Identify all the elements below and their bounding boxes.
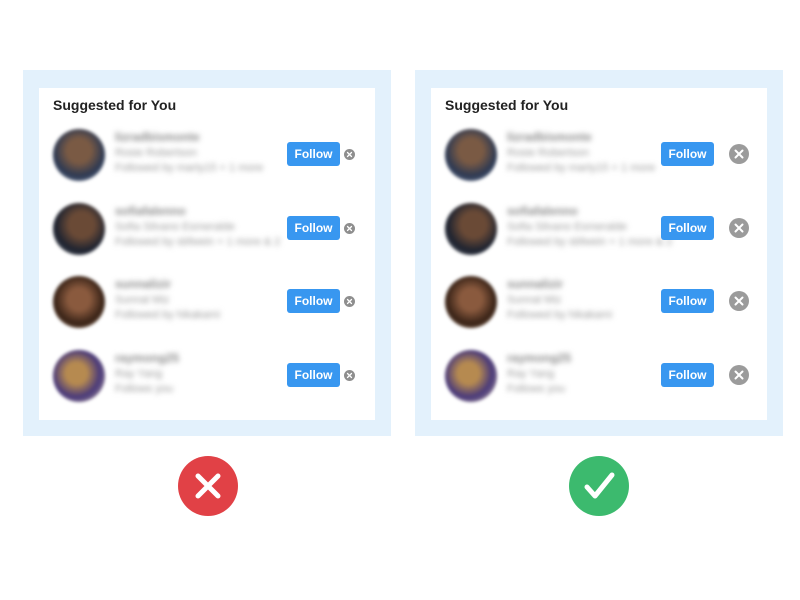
mutual-followers: Followed by marty15 + 1 more <box>115 162 264 174</box>
mutual-followers: Followed by hikakami <box>115 309 221 321</box>
suggested-username[interactable]: sofiafalenno <box>507 204 578 218</box>
dismiss-icon[interactable] <box>344 370 355 381</box>
avatar[interactable] <box>53 276 105 328</box>
avatar[interactable] <box>53 203 105 255</box>
avatar[interactable] <box>445 350 497 402</box>
dismiss-icon[interactable] <box>729 144 749 164</box>
suggestion-row: lizradbismonte Rosie Robertson Followed … <box>39 126 375 186</box>
mutual-followers: Followed by hikakami <box>507 309 613 321</box>
avatar[interactable] <box>53 350 105 402</box>
follow-button[interactable]: Follow <box>287 363 340 387</box>
avatar[interactable] <box>445 276 497 328</box>
dismiss-icon[interactable] <box>344 223 355 234</box>
card-title: Suggested for You <box>445 97 569 113</box>
mutual-followers: Followed by sbfwein + 1 more & 2 more <box>115 236 280 248</box>
suggested-username[interactable]: sunnalizir <box>115 277 171 291</box>
suggestion-row: sunnalizir Sunnal Miz Followed by hikaka… <box>431 273 767 333</box>
suggestion-row: sunnalizir Sunnal Miz Followed by hikaka… <box>39 273 375 333</box>
mutual-followers: Followed by marty15 + 1 more <box>507 162 656 174</box>
card-title: Suggested for You <box>53 97 177 113</box>
suggested-full-name: Ray Yang <box>115 368 163 380</box>
suggestion-row: sofiafalenno Sofia Silvano Esmeralde Fol… <box>39 200 375 260</box>
suggested-username[interactable]: lizradbismonte <box>507 130 592 144</box>
dismiss-icon[interactable] <box>729 291 749 311</box>
suggested-full-name: Sunnal Miz <box>115 294 170 306</box>
correct-example-panel: Suggested for You lizradbismonte Rosie R… <box>415 70 783 436</box>
suggestion-row: sofiafalenno Sofia Silvano Esmeralde Fol… <box>431 200 767 260</box>
dismiss-icon[interactable] <box>344 149 355 160</box>
suggested-card: Suggested for You lizradbismonte Rosie R… <box>39 88 375 420</box>
suggested-full-name: Rosie Robertson <box>115 147 197 159</box>
dismiss-icon[interactable] <box>729 218 749 238</box>
follow-button[interactable]: Follow <box>661 216 714 240</box>
follow-button[interactable]: Follow <box>661 363 714 387</box>
mutual-followers: Follows you <box>115 383 174 395</box>
suggested-card: Suggested for You lizradbismonte Rosie R… <box>431 88 767 420</box>
suggested-full-name: Rosie Robertson <box>507 147 589 159</box>
follow-button[interactable]: Follow <box>661 142 714 166</box>
follow-button[interactable]: Follow <box>287 142 340 166</box>
follow-button[interactable]: Follow <box>661 289 714 313</box>
avatar[interactable] <box>445 129 497 181</box>
suggested-full-name: Sofia Silvano Esmeralde <box>115 221 235 233</box>
mutual-followers: Follows you <box>507 383 566 395</box>
suggested-full-name: Sofia Silvano Esmeralde <box>507 221 627 233</box>
follow-button[interactable]: Follow <box>287 289 340 313</box>
x-mark-icon <box>178 456 238 516</box>
suggestion-row: lizradbismonte Rosie Robertson Followed … <box>431 126 767 186</box>
avatar[interactable] <box>53 129 105 181</box>
avatar[interactable] <box>445 203 497 255</box>
check-mark-icon <box>569 456 629 516</box>
suggested-username[interactable]: raymong25 <box>507 351 571 365</box>
suggested-username[interactable]: sunnalizir <box>507 277 563 291</box>
suggested-username[interactable]: raymong25 <box>115 351 179 365</box>
follow-button[interactable]: Follow <box>287 216 340 240</box>
dismiss-icon[interactable] <box>344 296 355 307</box>
suggestion-row: raymong25 Ray Yang Follows you Follow <box>431 347 767 407</box>
suggested-username[interactable]: lizradbismonte <box>115 130 200 144</box>
suggested-full-name: Ray Yang <box>507 368 555 380</box>
suggested-full-name: Sunnal Miz <box>507 294 562 306</box>
dismiss-icon[interactable] <box>729 365 749 385</box>
incorrect-example-panel: Suggested for You lizradbismonte Rosie R… <box>23 70 391 436</box>
suggestion-row: raymong25 Ray Yang Follows you Follow <box>39 347 375 407</box>
suggested-username[interactable]: sofiafalenno <box>115 204 186 218</box>
mutual-followers: Followed by sbfwein + 1 more & 2 more <box>507 236 672 248</box>
